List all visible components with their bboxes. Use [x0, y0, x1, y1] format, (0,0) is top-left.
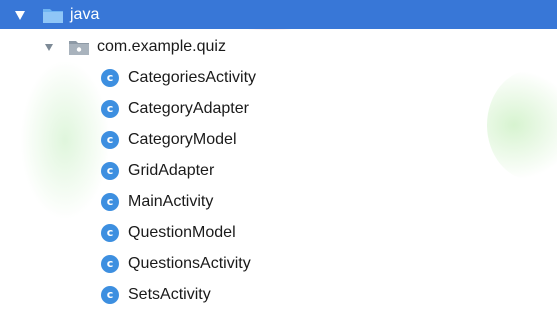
class-icon: c — [101, 161, 119, 180]
class-icon: c — [101, 192, 119, 211]
class-name: CategoriesActivity — [128, 68, 257, 86]
tree-node-class[interactable]: c GridAdapter — [0, 155, 557, 186]
class-icon: c — [101, 68, 119, 87]
class-icon: c — [101, 130, 119, 149]
project-tree: java com.example.quiz c CategoriesActivi… — [0, 0, 557, 310]
tree-node-java[interactable]: java — [0, 0, 557, 29]
class-icon: c — [101, 99, 119, 118]
tree-node-package[interactable]: com.example.quiz — [0, 31, 557, 62]
expand-arrow-icon[interactable] — [43, 41, 55, 53]
class-icon: c — [101, 254, 119, 273]
tree-node-class[interactable]: c CategoriesActivity — [0, 62, 557, 93]
class-name: QuestionsActivity — [128, 254, 251, 272]
tree-node-class[interactable]: c CategoryModel — [0, 124, 557, 155]
folder-icon — [42, 6, 64, 24]
tree-node-class[interactable]: c QuestionsActivity — [0, 248, 557, 279]
tree-node-class[interactable]: c CategoryAdapter — [0, 93, 557, 124]
tree-node-label: java — [70, 5, 100, 23]
class-icon: c — [101, 223, 119, 242]
class-icon: c — [101, 285, 119, 304]
class-name: MainActivity — [128, 192, 214, 210]
class-name: SetsActivity — [128, 285, 211, 303]
class-name: GridAdapter — [128, 161, 215, 179]
class-name: CategoryAdapter — [128, 99, 249, 117]
expand-arrow-icon[interactable] — [14, 9, 26, 21]
tree-node-class[interactable]: c QuestionModel — [0, 217, 557, 248]
package-folder-icon — [68, 38, 90, 56]
tree-node-label: com.example.quiz — [97, 37, 226, 55]
tree-node-class[interactable]: c SetsActivity — [0, 279, 557, 310]
tree-node-class[interactable]: c MainActivity — [0, 186, 557, 217]
class-name: QuestionModel — [128, 223, 236, 241]
class-name: CategoryModel — [128, 130, 237, 148]
